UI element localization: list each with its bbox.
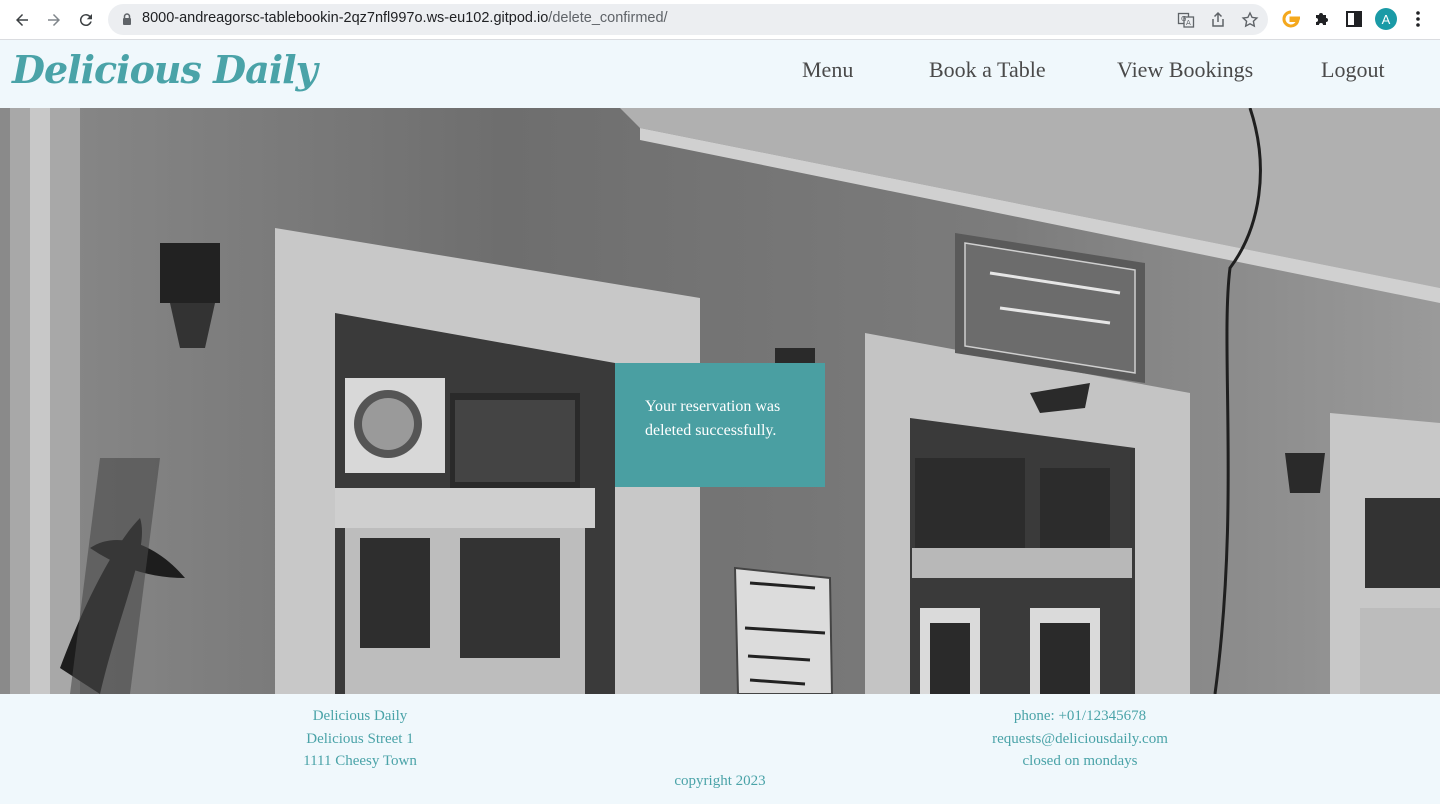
reload-icon[interactable] [75, 9, 97, 31]
nav-book-a-table[interactable]: Book a Table [929, 57, 1046, 83]
lock-icon[interactable] [120, 12, 134, 26]
svg-text:A: A [1186, 19, 1191, 27]
nav-view-bookings[interactable]: View Bookings [1117, 57, 1253, 83]
footer-address: Delicious Daily Delicious Street 1 1111 … [260, 705, 460, 773]
hero-image: Your reservation was deleted successfull… [0, 108, 1440, 694]
profile-avatar[interactable]: A [1375, 8, 1397, 30]
share-icon[interactable] [1209, 11, 1227, 29]
footer-street: Delicious Street 1 [306, 730, 414, 747]
delete-success-message: Your reservation was deleted successfull… [615, 363, 825, 487]
browser-toolbar: 8000-andreagorsc-tablebookin-2qz7nfl997o… [0, 0, 1440, 40]
footer-restaurant-name: Delicious Daily [312, 708, 408, 724]
footer-email: requests@deliciousdaily.com [992, 730, 1168, 747]
footer-town: 1111 Cheesy Town [303, 753, 417, 769]
star-icon[interactable] [1241, 11, 1259, 29]
site-footer: Delicious Daily Delicious Street 1 1111 … [0, 694, 1440, 804]
sidepanel-icon[interactable] [1344, 9, 1364, 29]
back-icon[interactable] [11, 9, 33, 31]
footer-phone: phone: +01/12345678 [1013, 708, 1147, 724]
footer-contact: phone: +01/12345678 requests@deliciousda… [960, 705, 1200, 773]
extension-g-icon[interactable] [1281, 9, 1301, 29]
footer-hours: closed on mondays [1022, 753, 1138, 769]
kebab-menu-icon[interactable] [1408, 9, 1428, 29]
nav-menu[interactable]: Menu [802, 57, 853, 83]
puzzle-icon[interactable] [1312, 9, 1332, 29]
brand-logo[interactable]: Delicious Daily [12, 47, 318, 92]
forward-icon[interactable] [43, 9, 65, 31]
translate-icon[interactable]: GA [1177, 11, 1195, 29]
footer-copyright: copyright 2023 [674, 773, 766, 789]
url-text[interactable]: 8000-andreagorsc-tablebookin-2qz7nfl997o… [142, 10, 668, 26]
address-bar[interactable]: 8000-andreagorsc-tablebookin-2qz7nfl997o… [108, 4, 1268, 35]
nav-logout[interactable]: Logout [1321, 57, 1385, 83]
site-header: Delicious Daily Menu Book a Table View B… [0, 41, 1440, 108]
message-text: Your reservation was deleted successfull… [645, 398, 781, 439]
